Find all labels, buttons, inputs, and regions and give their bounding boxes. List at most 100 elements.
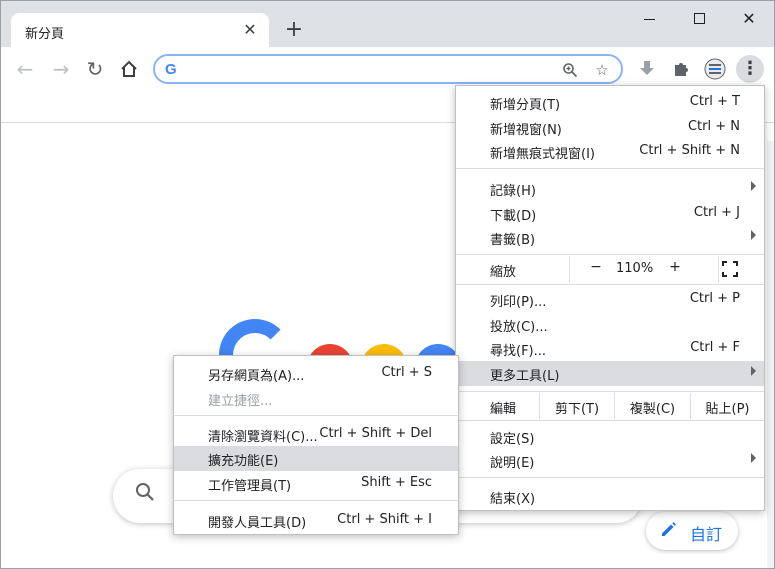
menu-item-label: 更多工具(L) bbox=[490, 369, 560, 384]
close-window-button[interactable]: ✕ bbox=[727, 5, 771, 33]
edit-label: 編輯 bbox=[490, 402, 517, 417]
submenu-item-label: 工作管理員(T) bbox=[208, 479, 292, 494]
menu-item-bookmarks[interactable]: 書籤(B) bbox=[456, 225, 764, 250]
menu-item-label: 下載(D) bbox=[490, 209, 537, 224]
tab-new-tab[interactable]: 新分頁 ✕ bbox=[11, 13, 269, 47]
submenu-separator bbox=[174, 415, 458, 416]
tab-title: 新分頁 bbox=[25, 27, 65, 42]
menu-item-label: 新增視窗(N) bbox=[490, 123, 562, 138]
menu-item-settings[interactable]: 設定(S) bbox=[456, 424, 764, 449]
download-button[interactable] bbox=[635, 57, 659, 81]
menu-item-shortcut: Ctrl + F bbox=[690, 340, 740, 355]
menu-item-label: 投放(C)... bbox=[490, 320, 548, 335]
menu-item-shortcut: Ctrl + N bbox=[687, 119, 740, 134]
submenu-item-clear-data[interactable]: 清除瀏覽資料(C)... Ctrl + Shift + Del bbox=[174, 422, 458, 447]
submenu-item-label: 擴充功能(E) bbox=[208, 454, 279, 469]
fullscreen-icon[interactable] bbox=[722, 261, 738, 277]
menu-separator bbox=[456, 420, 764, 421]
customize-button[interactable]: 自訂 bbox=[646, 512, 738, 550]
menu-item-label: 記錄(H) bbox=[490, 184, 536, 199]
menu-separator bbox=[456, 391, 764, 392]
cut-button[interactable]: 剪下(T) bbox=[539, 393, 614, 419]
zoom-icon[interactable] bbox=[559, 59, 581, 81]
back-button[interactable]: ← bbox=[11, 55, 39, 83]
menu-item-more-tools[interactable]: 更多工具(L) bbox=[456, 361, 764, 386]
forward-button[interactable]: → bbox=[47, 55, 75, 83]
zoom-in-button[interactable]: + bbox=[666, 259, 684, 275]
menu-item-downloads[interactable]: 下載(D) Ctrl + J bbox=[456, 201, 764, 226]
puzzle-icon bbox=[675, 63, 688, 76]
scrollbar[interactable] bbox=[767, 141, 774, 568]
menu-item-label: 說明(E) bbox=[490, 456, 535, 471]
more-tools-submenu: 另存網頁為(A)... Ctrl + S 建立捷徑... 清除瀏覽資料(C)..… bbox=[173, 355, 459, 535]
submenu-separator bbox=[174, 500, 458, 501]
submenu-item-shortcut: Ctrl + Shift + I bbox=[337, 512, 432, 527]
menu-item-label: 新增無痕式視窗(I) bbox=[490, 147, 595, 162]
home-icon bbox=[121, 60, 137, 77]
menu-item-shortcut: Ctrl + T bbox=[689, 94, 740, 109]
maximize-icon bbox=[693, 13, 705, 24]
submenu-item-dev-tools[interactable]: 開發人員工具(D) Ctrl + Shift + I bbox=[174, 508, 458, 533]
chevron-right-icon bbox=[751, 230, 756, 240]
submenu-item-extensions[interactable]: 擴充功能(E) bbox=[174, 446, 458, 471]
menu-separator bbox=[456, 284, 764, 285]
menu-item-new-tab[interactable]: 新增分頁(T) Ctrl + T bbox=[456, 90, 764, 115]
menu-item-print[interactable]: 列印(P)... Ctrl + P bbox=[456, 287, 764, 312]
submenu-item-create-shortcut[interactable]: 建立捷徑... bbox=[174, 386, 458, 411]
menu-item-new-window[interactable]: 新增視窗(N) Ctrl + N bbox=[456, 115, 764, 140]
menu-item-label: 列印(P)... bbox=[490, 295, 547, 310]
paste-button[interactable]: 貼上(P) bbox=[690, 393, 764, 419]
menu-item-cast[interactable]: 投放(C)... bbox=[456, 312, 764, 337]
profile-icon bbox=[704, 58, 726, 80]
search-icon bbox=[136, 483, 154, 501]
submenu-item-shortcut: Shift + Esc bbox=[361, 475, 432, 490]
menu-item-label: 新增分頁(T) bbox=[490, 98, 561, 113]
menu-item-label: 結束(X) bbox=[490, 492, 536, 507]
submenu-item-shortcut: Ctrl + Shift + Del bbox=[319, 426, 432, 441]
cut-label: 剪下(T) bbox=[554, 402, 600, 417]
menu-item-help[interactable]: 說明(E) bbox=[456, 448, 764, 473]
submenu-item-label: 另存網頁為(A)... bbox=[208, 369, 305, 384]
star-icon[interactable]: ☆ bbox=[591, 59, 613, 81]
chrome-menu: 新增分頁(T) Ctrl + T 新增視窗(N) Ctrl + N 新增無痕式視… bbox=[455, 85, 765, 511]
menu-separator bbox=[456, 477, 764, 478]
submenu-item-task-manager[interactable]: 工作管理員(T) Shift + Esc bbox=[174, 471, 458, 496]
profile-button[interactable] bbox=[703, 57, 727, 81]
arrow-right-icon: → bbox=[52, 57, 70, 81]
close-icon[interactable]: ✕ bbox=[239, 19, 261, 41]
title-bar: 新分頁 ✕ + ✕ bbox=[1, 1, 774, 47]
home-button[interactable] bbox=[115, 55, 143, 83]
maximize-button[interactable] bbox=[677, 5, 721, 33]
zoom-label: 縮放 bbox=[490, 265, 517, 280]
copy-button[interactable]: 複製(C) bbox=[614, 393, 690, 419]
submenu-item-label: 建立捷徑... bbox=[208, 394, 273, 409]
menu-item-exit[interactable]: 結束(X) bbox=[456, 484, 764, 509]
download-icon bbox=[640, 61, 654, 75]
zoom-level: 110% bbox=[616, 261, 654, 276]
paste-label: 貼上(P) bbox=[705, 402, 750, 417]
edit-row: 編輯 剪下(T) 複製(C) 貼上(P) bbox=[456, 393, 764, 419]
submenu-item-save-page[interactable]: 另存網頁為(A)... Ctrl + S bbox=[174, 361, 458, 386]
menu-item-shortcut: Ctrl + P bbox=[689, 291, 740, 306]
minimize-icon bbox=[643, 19, 655, 20]
extensions-button[interactable] bbox=[669, 57, 693, 81]
menu-separator bbox=[456, 168, 764, 169]
zoom-out-button[interactable]: − bbox=[587, 259, 605, 275]
menu-separator bbox=[456, 254, 764, 255]
menu-item-label: 尋找(F)... bbox=[490, 344, 547, 359]
reload-button[interactable]: ↻ bbox=[81, 55, 109, 83]
menu-item-history[interactable]: 記錄(H) bbox=[456, 176, 764, 201]
reload-icon: ↻ bbox=[86, 57, 104, 81]
chevron-right-icon bbox=[751, 366, 756, 376]
three-dots-icon[interactable]: ⋮ bbox=[736, 55, 764, 83]
submenu-item-shortcut: Ctrl + S bbox=[381, 365, 432, 380]
minimize-button[interactable] bbox=[627, 5, 671, 33]
menu-item-incognito[interactable]: 新增無痕式視窗(I) Ctrl + Shift + N bbox=[456, 139, 764, 164]
pencil-icon bbox=[662, 522, 676, 536]
submenu-item-label: 清除瀏覽資料(C)... bbox=[208, 430, 318, 445]
new-tab-button[interactable]: + bbox=[282, 18, 306, 42]
zoom-row: 縮放 − 110% + bbox=[456, 256, 764, 282]
menu-item-shortcut: Ctrl + Shift + N bbox=[639, 143, 740, 158]
address-bar[interactable]: G ☆ bbox=[153, 54, 623, 84]
menu-item-find[interactable]: 尋找(F)... Ctrl + F bbox=[456, 336, 764, 361]
